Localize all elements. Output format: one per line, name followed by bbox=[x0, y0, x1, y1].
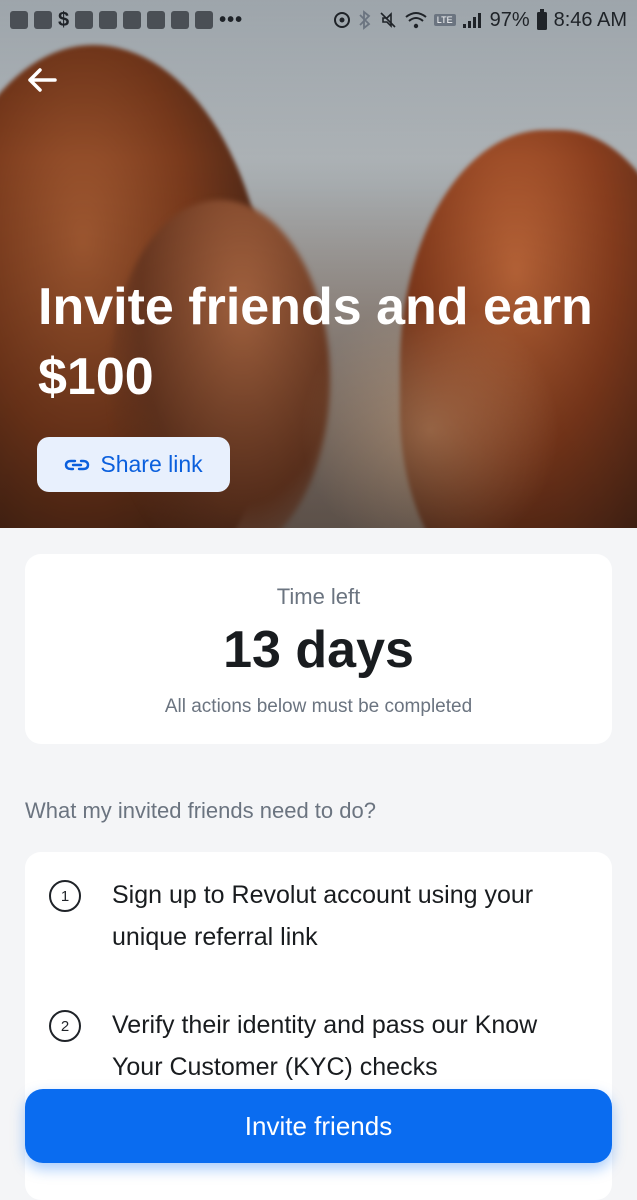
battery-icon bbox=[536, 9, 547, 30]
app-notification-icon bbox=[34, 11, 52, 29]
status-left-icons: $ ••• bbox=[10, 9, 243, 32]
invite-friends-button[interactable]: Invite friends bbox=[25, 1089, 612, 1163]
hero-title: Invite friends and earn $100 bbox=[38, 278, 593, 406]
arrow-left-icon bbox=[28, 68, 57, 92]
clock: 8:46 AM bbox=[553, 8, 627, 31]
notification-icon bbox=[10, 11, 28, 29]
status-right-icons: LTE 97% 8:46 AM bbox=[332, 9, 627, 32]
share-link-button[interactable]: Share link bbox=[37, 437, 230, 492]
time-left-note: All actions below must be completed bbox=[164, 696, 473, 717]
status-bar: $ ••• LTE 97% 8:46 AM bbox=[0, 0, 637, 40]
lte-badge: LTE bbox=[433, 14, 456, 26]
bluetooth-icon bbox=[359, 10, 371, 30]
step-text: Sign up to Revolut account using your un… bbox=[112, 881, 534, 951]
share-link-label: Share link bbox=[100, 451, 203, 477]
app-notification-icon bbox=[171, 11, 190, 29]
step-number-icon: 1 bbox=[49, 880, 81, 912]
app-notification-icon bbox=[123, 11, 142, 29]
time-left-card: Time left 13 days All actions below must… bbox=[25, 554, 612, 744]
battery-percent: 97% bbox=[489, 8, 530, 31]
link-icon bbox=[65, 459, 90, 470]
location-icon bbox=[333, 12, 350, 28]
step-text: Verify their identity and pass our Know … bbox=[112, 1011, 538, 1081]
time-left-label: Time left bbox=[276, 584, 361, 609]
app-notification-icon bbox=[75, 11, 94, 29]
app-notification-icon bbox=[195, 11, 214, 29]
time-left-value: 13 days bbox=[223, 621, 414, 679]
back-button[interactable] bbox=[22, 60, 62, 100]
requirements-heading: What my invited friends need to do? bbox=[25, 798, 376, 823]
app-notification-icon bbox=[99, 11, 118, 29]
dollar-icon: $ bbox=[58, 8, 70, 31]
step-number-icon: 2 bbox=[49, 1010, 81, 1042]
mute-icon bbox=[380, 12, 396, 28]
wifi-icon bbox=[405, 12, 427, 29]
app-notification-icon bbox=[147, 11, 166, 29]
more-notifications-icon: ••• bbox=[219, 8, 244, 31]
signal-icon bbox=[462, 13, 481, 28]
